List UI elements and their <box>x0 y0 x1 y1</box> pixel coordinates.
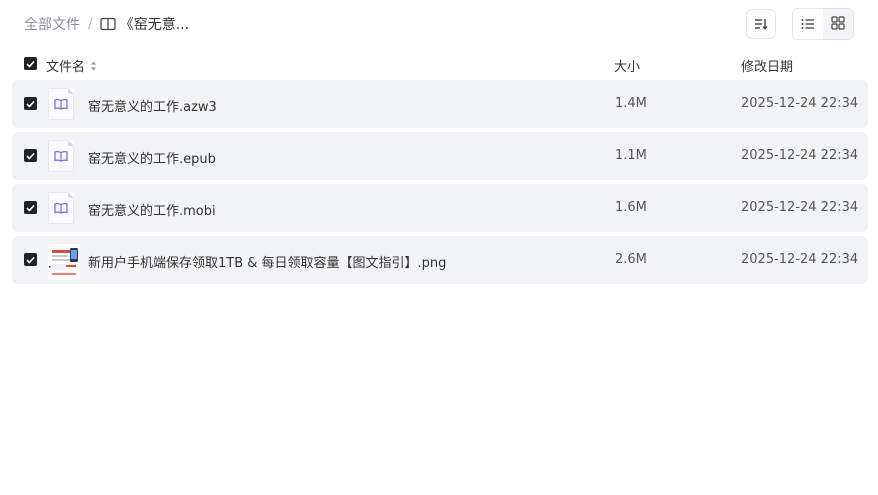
row-checkbox[interactable] <box>24 97 37 110</box>
file-modified-date: 2025-12-24 22:34 <box>741 200 859 215</box>
file-row[interactable]: 窑无意义的工作.epub 1.1M 2025-12-24 22:34 <box>12 132 868 180</box>
row-checkbox[interactable] <box>24 149 37 162</box>
sort-caret-icon <box>90 60 97 71</box>
file-size: 2.6M <box>615 252 647 267</box>
select-all-checkbox[interactable] <box>24 57 37 70</box>
file-size: 1.4M <box>615 96 647 111</box>
file-modified-date: 2025-12-24 22:34 <box>741 148 859 163</box>
ebook-icon <box>48 192 74 224</box>
file-modified-date: 2025-12-24 22:34 <box>741 96 859 111</box>
list-view-icon <box>801 15 815 34</box>
ebook-icon <box>48 140 74 172</box>
file-size: 1.1M <box>615 148 647 163</box>
breadcrumb-root-link[interactable]: 全部文件 <box>24 14 80 34</box>
view-controls <box>746 8 854 40</box>
column-header: 文件名 大小 修改日期 <box>12 50 868 78</box>
file-name[interactable]: 窑无意义的工作.mobi <box>88 200 216 219</box>
modified-column-header[interactable]: 修改日期 <box>741 56 793 75</box>
file-modified-date: 2025-12-24 22:34 <box>741 252 859 267</box>
breadcrumb-separator: / <box>88 16 93 32</box>
file-row[interactable]: 窑无意义的工作.mobi 1.6M 2025-12-24 22:34 <box>12 184 868 232</box>
file-name[interactable]: 窑无意义的工作.epub <box>88 148 216 167</box>
file-browser: 全部文件 / 《窑无意... 文件名 大小 修改日期 窑无意义的工作.azw3 … <box>0 0 878 495</box>
sort-button[interactable] <box>746 9 776 39</box>
breadcrumb: 全部文件 / 《窑无意... <box>24 14 189 34</box>
grid-view-icon <box>831 15 845 34</box>
file-list: 窑无意义的工作.azw3 1.4M 2025-12-24 22:34 窑无意义的… <box>12 80 868 288</box>
book-icon <box>100 17 116 31</box>
image-thumbnail <box>48 244 80 280</box>
breadcrumb-current-folder: 《窑无意... <box>119 17 190 33</box>
header: 全部文件 / 《窑无意... <box>0 0 878 48</box>
row-checkbox[interactable] <box>24 253 37 266</box>
grid-view-button[interactable] <box>823 9 853 39</box>
file-name[interactable]: 新用户手机端保存领取1TB & 每日领取容量【图文指引】.png <box>88 252 446 271</box>
row-checkbox[interactable] <box>24 201 37 214</box>
file-size: 1.6M <box>615 200 647 215</box>
name-column-header[interactable]: 文件名 <box>46 56 97 75</box>
file-row[interactable]: 窑无意义的工作.azw3 1.4M 2025-12-24 22:34 <box>12 80 868 128</box>
view-toggle <box>792 8 854 40</box>
name-column-label: 文件名 <box>46 60 86 75</box>
list-view-button[interactable] <box>793 9 823 39</box>
file-row[interactable]: 新用户手机端保存领取1TB & 每日领取容量【图文指引】.png 2.6M 20… <box>12 236 868 284</box>
ebook-icon <box>48 88 74 120</box>
size-column-header[interactable]: 大小 <box>614 56 640 75</box>
file-name[interactable]: 窑无意义的工作.azw3 <box>88 96 217 115</box>
sort-icon <box>754 15 768 34</box>
